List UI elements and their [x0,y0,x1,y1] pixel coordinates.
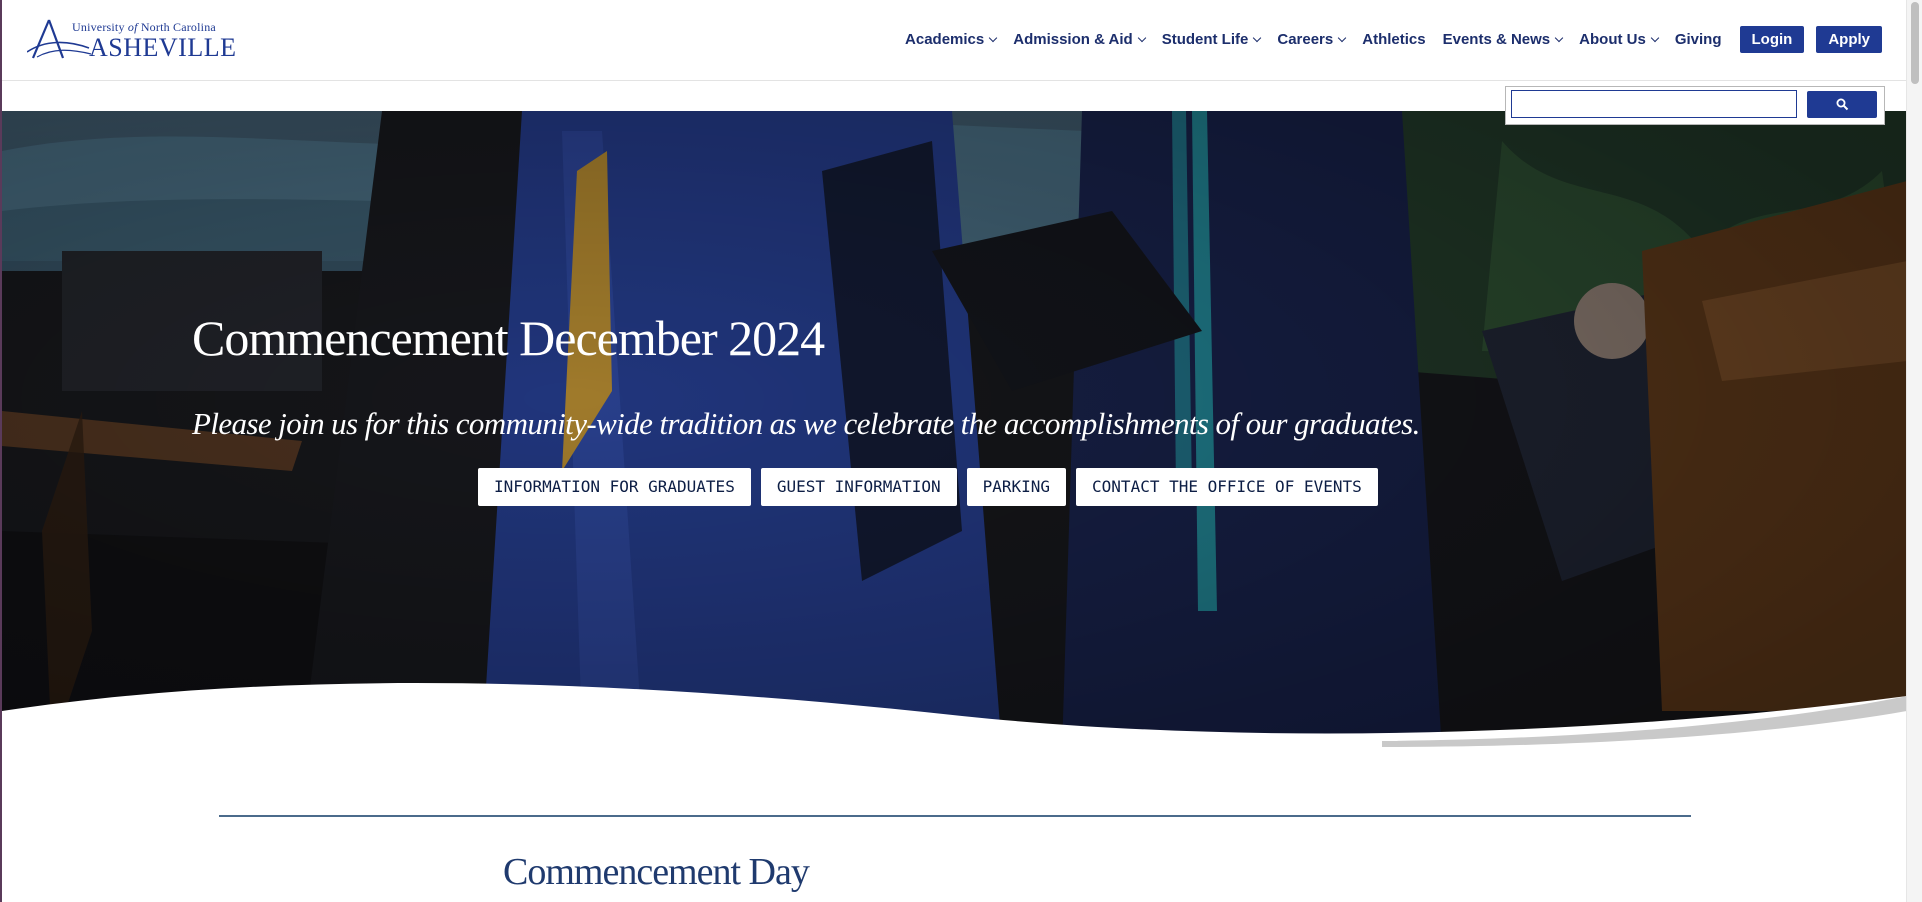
logo-asheville-text: ASHEVILLE [89,33,237,62]
nav-about-us[interactable]: About Us [1579,31,1660,48]
chevron-down-icon [1253,33,1262,43]
hero-banner: Commencement December 2024 Please join u… [2,111,1907,751]
search-button[interactable] [1807,91,1877,118]
main-nav: Academics Admission & Aid Student Life C… [888,26,1882,53]
nav-athletics-label: Athletics [1362,31,1426,48]
search-icon [1836,98,1849,111]
window-left-edge [0,0,2,902]
chevron-down-icon [1650,33,1660,43]
nav-student-life-label: Student Life [1161,31,1249,48]
nav-admission-aid[interactable]: Admission & Aid [1013,31,1146,48]
login-button[interactable]: Login [1739,26,1805,53]
site-search [1505,86,1885,125]
nav-careers-label: Careers [1277,31,1334,48]
hero-cta-group: INFORMATION FOR GRADUATES GUEST INFORMAT… [478,468,1388,506]
nav-careers[interactable]: Careers [1277,31,1347,48]
nav-about-us-label: About Us [1579,31,1646,48]
site-header: University of North Carolina ASHEVILLE A… [2,0,1907,81]
chevron-down-icon [988,33,998,43]
guest-information-button[interactable]: GUEST INFORMATION [760,468,957,506]
scrollbar[interactable] [1906,0,1922,902]
info-for-graduates-button[interactable]: INFORMATION FOR GRADUATES [478,468,751,506]
nav-giving[interactable]: Giving [1675,31,1722,48]
hero-title: Commencement December 2024 [192,310,825,366]
university-logo[interactable]: University of North Carolina ASHEVILLE [27,18,236,62]
chevron-down-icon [1554,33,1564,43]
commencement-day-heading: Commencement Day [503,851,810,893]
chevron-down-icon [1338,33,1347,43]
nav-academics[interactable]: Academics [905,31,998,48]
chevron-down-icon [1137,33,1146,43]
contact-office-of-events-button[interactable]: CONTACT THE OFFICE OF EVENTS [1076,468,1378,506]
nav-admission-aid-label: Admission & Aid [1013,31,1133,48]
search-input[interactable] [1511,90,1797,118]
nav-athletics[interactable]: Athletics [1362,31,1425,48]
nav-giving-label: Giving [1674,31,1722,48]
nav-events-news[interactable]: Events & News [1442,31,1564,48]
scrollbar-thumb[interactable] [1911,2,1919,84]
section-divider [219,815,1691,817]
hero-subtitle: Please join us for this community-wide t… [192,406,1420,441]
nav-academics-label: Academics [905,31,985,48]
nav-events-news-label: Events & News [1442,31,1551,48]
apply-button[interactable]: Apply [1816,26,1882,53]
nav-student-life[interactable]: Student Life [1161,31,1262,48]
parking-button[interactable]: PARKING [966,468,1067,506]
